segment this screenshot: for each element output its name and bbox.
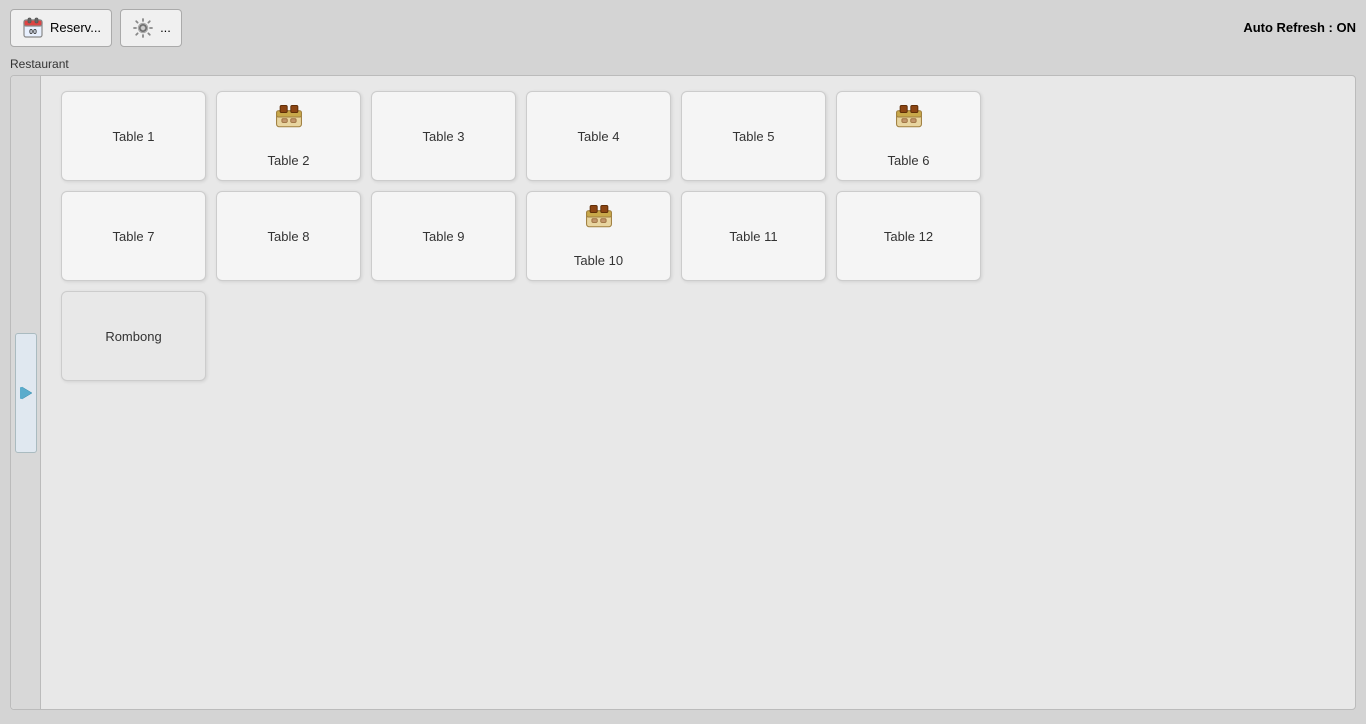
table-label-t6: Table 6 (888, 153, 930, 168)
reservations-label: Reserv... (50, 20, 101, 35)
food-icon-t6 (891, 102, 927, 132)
svg-text:00: 00 (29, 29, 37, 36)
main-area: Table 1 Table 2 Table 3 (10, 75, 1356, 710)
calendar-icon: 00 (21, 16, 45, 40)
food-icon-t10 (581, 202, 617, 232)
table-label-t12: Table 12 (884, 229, 933, 244)
table-label-t4: Table 4 (578, 129, 620, 144)
auto-refresh-value: ON (1337, 20, 1357, 35)
table-label-t5: Table 5 (733, 129, 775, 144)
table-card-t10[interactable]: Table 10 (526, 191, 671, 281)
auto-refresh-status: Auto Refresh : ON (1243, 20, 1356, 35)
table-card-t6[interactable]: Table 6 (836, 91, 981, 181)
table-label-t3: Table 3 (423, 129, 465, 144)
tables-row-2: Table 7 Table 8 Table 9 (61, 191, 1335, 281)
table-label-t8: Table 8 (268, 229, 310, 244)
table-card-t8[interactable]: Table 8 (216, 191, 361, 281)
table-label-t2: Table 2 (268, 153, 310, 168)
table-card-t12[interactable]: Table 12 (836, 191, 981, 281)
settings-button[interactable]: ... (120, 9, 182, 47)
side-panel (11, 76, 41, 709)
table-card-t1[interactable]: Table 1 (61, 91, 206, 181)
table-label-t9: Table 9 (423, 229, 465, 244)
table-label-rombong: Rombong (105, 329, 161, 344)
tables-grid: Table 1 Table 2 Table 3 (41, 76, 1355, 709)
table-card-t11[interactable]: Table 11 (681, 191, 826, 281)
table-label-t7: Table 7 (113, 229, 155, 244)
table-card-t3[interactable]: Table 3 (371, 91, 516, 181)
table-card-t2[interactable]: Table 2 (216, 91, 361, 181)
section-label: Restaurant (0, 55, 1366, 75)
reservations-button[interactable]: 00 Reserv... (10, 9, 112, 47)
side-arrow-button[interactable] (15, 333, 37, 453)
tables-row-3: Rombong (61, 291, 1335, 381)
toolbar: 00 Reserv... ... Auto Refresh : ON (0, 0, 1366, 55)
table-card-t7[interactable]: Table 7 (61, 191, 206, 281)
gear-icon (131, 16, 155, 40)
table-card-t5[interactable]: Table 5 (681, 91, 826, 181)
table-card-t9[interactable]: Table 9 (371, 191, 516, 281)
table-label-t11: Table 11 (729, 229, 777, 244)
food-icon-t2 (271, 102, 307, 132)
table-label-t1: Table 1 (113, 129, 155, 144)
table-label-t10: Table 10 (574, 253, 623, 268)
tables-row-1: Table 1 Table 2 Table 3 (61, 91, 1335, 181)
table-card-rombong[interactable]: Rombong (61, 291, 206, 381)
settings-label: ... (160, 20, 171, 35)
table-card-t4[interactable]: Table 4 (526, 91, 671, 181)
